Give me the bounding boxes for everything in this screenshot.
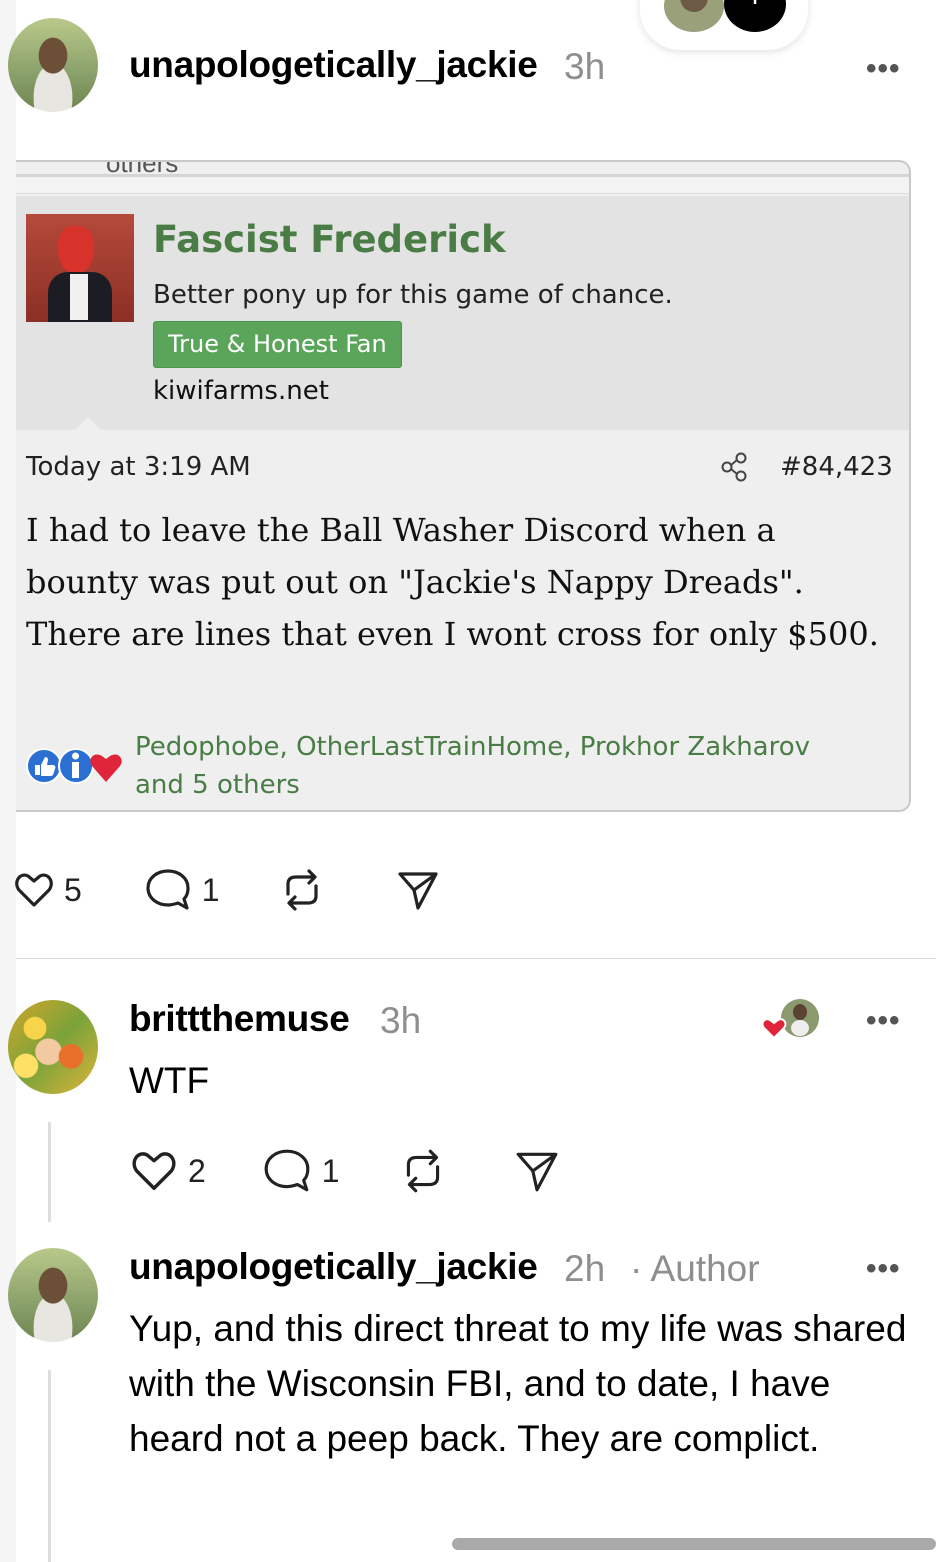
top-floating-pill[interactable]: + <box>640 0 808 50</box>
repost-button[interactable] <box>278 866 326 914</box>
forum-user-name: Fascist Frederick <box>153 218 506 261</box>
comment-count: 1 <box>201 871 220 908</box>
like-count: 2 <box>188 1152 206 1189</box>
reply-text: WTF <box>129 1060 210 1101</box>
reply-text: Yup, and this direct threat to my life w… <box>129 1308 907 1459</box>
header-pointer <box>74 417 102 431</box>
comment-count: 1 <box>321 1152 340 1189</box>
section-divider <box>16 958 936 959</box>
author-label: · Author <box>630 1248 760 1289</box>
reply-avatar-britt[interactable] <box>8 1000 98 1094</box>
share-send-icon[interactable] <box>396 868 440 912</box>
comment-button[interactable]: 1 <box>144 866 220 914</box>
embedded-screenshot[interactable]: others Fascist Frederick Better pony up … <box>16 160 911 812</box>
repost-icon[interactable] <box>398 1146 448 1196</box>
comment-icon[interactable] <box>144 866 192 914</box>
like-button[interactable]: 2 <box>130 1148 206 1194</box>
repost-button[interactable] <box>398 1146 448 1196</box>
forum-post-number: #84,423 <box>780 452 893 482</box>
reply-avatar-jackie[interactable] <box>8 1248 98 1342</box>
forum-user-avatar <box>26 214 134 322</box>
liked-by-author-indicator <box>761 999 819 1040</box>
reply-timestamp: 3h <box>380 1000 422 1041</box>
share-node-icon <box>721 452 747 482</box>
comment-button[interactable]: 1 <box>262 1146 340 1196</box>
like-count: 5 <box>64 871 82 908</box>
heart-icon[interactable] <box>14 870 54 910</box>
left-edge-strip <box>0 0 16 1562</box>
reply-username[interactable]: unapologetically_jackie <box>129 1246 538 1288</box>
share-button[interactable] <box>514 1148 560 1194</box>
thread-line <box>48 1370 51 1562</box>
share-send-icon[interactable] <box>514 1148 560 1194</box>
post-more-icon[interactable]: ••• <box>866 52 901 86</box>
horizontal-scrollbar[interactable] <box>452 1538 936 1550</box>
reply-more-icon[interactable]: ••• <box>866 1252 901 1286</box>
reply-timestamp: 2h <box>564 1248 606 1289</box>
share-button[interactable] <box>396 868 440 912</box>
forum-post-body: I had to leave the Ball Washer Discord w… <box>26 511 879 653</box>
like-button[interactable]: 5 <box>14 870 82 910</box>
reply-actions: 2 1 <box>130 1146 560 1196</box>
post-author-avatar[interactable] <box>8 18 98 112</box>
forum-user-badge: True & Honest Fan <box>153 321 402 368</box>
post-username[interactable]: unapologetically_jackie <box>129 44 538 86</box>
reaction-icons <box>26 748 122 784</box>
mini-avatar <box>664 0 724 32</box>
thread-line <box>48 1122 51 1222</box>
post-timestamp: 3h <box>564 46 606 87</box>
card-top-bar <box>16 174 909 194</box>
comment-icon[interactable] <box>262 1146 312 1196</box>
forum-post-date: Today at 3:19 AM <box>26 452 251 482</box>
post-actions: 5 1 <box>14 866 440 914</box>
forum-site-label: kiwifarms.net <box>153 376 329 406</box>
repost-icon[interactable] <box>278 866 326 914</box>
heart-icon[interactable] <box>130 1148 178 1194</box>
reply-more-icon[interactable]: ••• <box>866 1004 901 1038</box>
reaction-names: Pedophobe, OtherLastTrainHome, Prokhor Z… <box>135 732 811 800</box>
plus-icon[interactable]: + <box>724 0 786 32</box>
reply-username[interactable]: brittthemuse <box>129 998 350 1040</box>
forum-user-tagline: Better pony up for this game of chance. <box>153 280 673 310</box>
